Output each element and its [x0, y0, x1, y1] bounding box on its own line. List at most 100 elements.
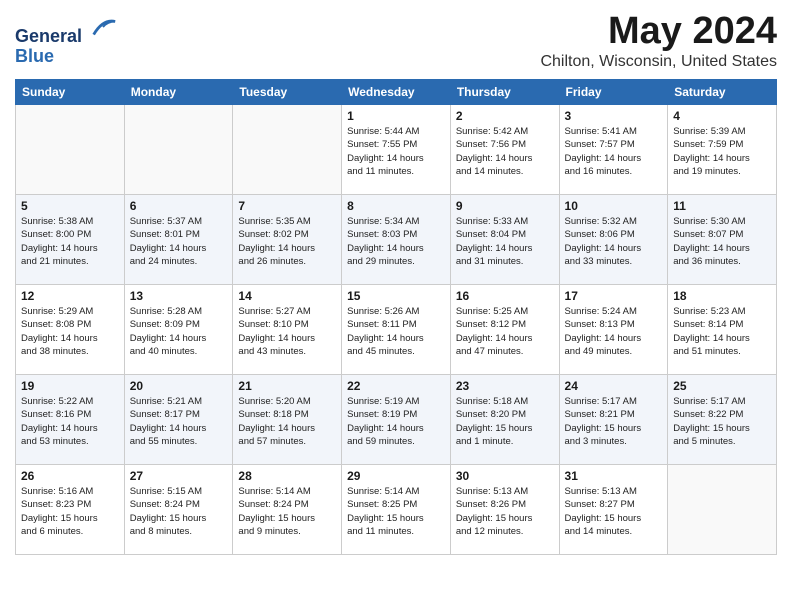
calendar-cell: 20Sunrise: 5:21 AM Sunset: 8:17 PM Dayli… [124, 375, 233, 465]
day-detail: Sunrise: 5:34 AM Sunset: 8:03 PM Dayligh… [347, 215, 445, 268]
day-number: 27 [130, 469, 228, 483]
day-number: 9 [456, 199, 554, 213]
day-header-wednesday: Wednesday [342, 80, 451, 105]
logo: General Blue [15, 14, 117, 67]
day-detail: Sunrise: 5:37 AM Sunset: 8:01 PM Dayligh… [130, 215, 228, 268]
day-number: 4 [673, 109, 771, 123]
week-row-4: 19Sunrise: 5:22 AM Sunset: 8:16 PM Dayli… [16, 375, 777, 465]
calendar-table: SundayMondayTuesdayWednesdayThursdayFrid… [15, 79, 777, 555]
day-number: 26 [21, 469, 119, 483]
logo-blue: Blue [15, 47, 117, 67]
day-number: 25 [673, 379, 771, 393]
day-number: 28 [238, 469, 336, 483]
day-detail: Sunrise: 5:33 AM Sunset: 8:04 PM Dayligh… [456, 215, 554, 268]
day-header-monday: Monday [124, 80, 233, 105]
calendar-cell: 18Sunrise: 5:23 AM Sunset: 8:14 PM Dayli… [668, 285, 777, 375]
day-detail: Sunrise: 5:25 AM Sunset: 8:12 PM Dayligh… [456, 305, 554, 358]
day-detail: Sunrise: 5:17 AM Sunset: 8:22 PM Dayligh… [673, 395, 771, 448]
day-number: 2 [456, 109, 554, 123]
calendar-cell: 3 Sunrise: 5:41 AM Sunset: 7:57 PM Daylig… [559, 105, 668, 195]
day-number: 12 [21, 289, 119, 303]
week-row-3: 12 Sunrise: 5:29 AM Sunset: 8:08 PM Dayli… [16, 285, 777, 375]
day-detail: Sunrise: 5:18 AM Sunset: 8:20 PM Dayligh… [456, 395, 554, 448]
day-detail: Sunrise: 5:38 AM Sunset: 8:00 PM Dayligh… [21, 215, 119, 268]
day-number: 6 [130, 199, 228, 213]
calendar-cell: 23 Sunrise: 5:18 AM Sunset: 8:20 PM Dayli… [450, 375, 559, 465]
day-detail: Sunrise: 5:13 AM Sunset: 8:27 PM Dayligh… [565, 485, 663, 538]
calendar-cell [16, 105, 125, 195]
calendar-cell: 27 Sunrise: 5:15 AM Sunset: 8:24 PM Dayli… [124, 465, 233, 555]
day-header-sunday: Sunday [16, 80, 125, 105]
calendar-cell: 16 Sunrise: 5:25 AM Sunset: 8:12 PM Dayli… [450, 285, 559, 375]
day-detail: Sunrise: 5:41 AM Sunset: 7:57 PM Dayligh… [565, 125, 663, 178]
day-number: 15 [347, 289, 445, 303]
calendar-cell: 5 Sunrise: 5:38 AM Sunset: 8:00 PM Daylig… [16, 195, 125, 285]
day-detail: Sunrise: 5:39 AM Sunset: 7:59 PM Dayligh… [673, 125, 771, 178]
day-detail: Sunrise: 5:30 AM Sunset: 8:07 PM Dayligh… [673, 215, 771, 268]
week-row-2: 5 Sunrise: 5:38 AM Sunset: 8:00 PM Daylig… [16, 195, 777, 285]
day-number: 5 [21, 199, 119, 213]
week-row-5: 26 Sunrise: 5:16 AM Sunset: 8:23 PM Dayli… [16, 465, 777, 555]
calendar-cell: 24Sunrise: 5:17 AM Sunset: 8:21 PM Dayli… [559, 375, 668, 465]
calendar-cell: 6 Sunrise: 5:37 AM Sunset: 8:01 PM Daylig… [124, 195, 233, 285]
calendar-cell: 19Sunrise: 5:22 AM Sunset: 8:16 PM Dayli… [16, 375, 125, 465]
day-detail: Sunrise: 5:14 AM Sunset: 8:24 PM Dayligh… [238, 485, 336, 538]
day-detail: Sunrise: 5:23 AM Sunset: 8:14 PM Dayligh… [673, 305, 771, 358]
day-number: 7 [238, 199, 336, 213]
calendar-cell: 28 Sunrise: 5:14 AM Sunset: 8:24 PM Dayli… [233, 465, 342, 555]
logo-text: General [15, 14, 117, 47]
day-number: 8 [347, 199, 445, 213]
day-number: 30 [456, 469, 554, 483]
day-number: 16 [456, 289, 554, 303]
calendar-cell: 31 Sunrise: 5:13 AM Sunset: 8:27 PM Dayli… [559, 465, 668, 555]
calendar-cell: 7Sunrise: 5:35 AM Sunset: 8:02 PM Daylig… [233, 195, 342, 285]
calendar-cell: 21 Sunrise: 5:20 AM Sunset: 8:18 PM Dayli… [233, 375, 342, 465]
day-detail: Sunrise: 5:16 AM Sunset: 8:23 PM Dayligh… [21, 485, 119, 538]
title-block: May 2024 Chilton, Wisconsin, United Stat… [540, 10, 777, 71]
page-header: General Blue May 2024 Chilton, Wisconsin… [15, 10, 777, 71]
day-number: 19 [21, 379, 119, 393]
calendar-cell: 15 Sunrise: 5:26 AM Sunset: 8:11 PM Dayli… [342, 285, 451, 375]
calendar-cell: 14 Sunrise: 5:27 AM Sunset: 8:10 PM Dayli… [233, 285, 342, 375]
day-detail: Sunrise: 5:21 AM Sunset: 8:17 PM Dayligh… [130, 395, 228, 448]
day-number: 23 [456, 379, 554, 393]
days-header-row: SundayMondayTuesdayWednesdayThursdayFrid… [16, 80, 777, 105]
calendar-cell: 22Sunrise: 5:19 AM Sunset: 8:19 PM Dayli… [342, 375, 451, 465]
day-detail: Sunrise: 5:27 AM Sunset: 8:10 PM Dayligh… [238, 305, 336, 358]
day-detail: Sunrise: 5:26 AM Sunset: 8:11 PM Dayligh… [347, 305, 445, 358]
calendar-cell [124, 105, 233, 195]
day-number: 31 [565, 469, 663, 483]
day-number: 3 [565, 109, 663, 123]
day-detail: Sunrise: 5:44 AM Sunset: 7:55 PM Dayligh… [347, 125, 445, 178]
calendar-cell [668, 465, 777, 555]
day-detail: Sunrise: 5:15 AM Sunset: 8:24 PM Dayligh… [130, 485, 228, 538]
calendar-cell: 25 Sunrise: 5:17 AM Sunset: 8:22 PM Dayli… [668, 375, 777, 465]
calendar-cell: 10 Sunrise: 5:32 AM Sunset: 8:06 PM Dayli… [559, 195, 668, 285]
day-detail: Sunrise: 5:32 AM Sunset: 8:06 PM Dayligh… [565, 215, 663, 268]
day-number: 14 [238, 289, 336, 303]
location: Chilton, Wisconsin, United States [540, 53, 777, 71]
day-detail: Sunrise: 5:24 AM Sunset: 8:13 PM Dayligh… [565, 305, 663, 358]
day-number: 17 [565, 289, 663, 303]
day-number: 21 [238, 379, 336, 393]
day-detail: Sunrise: 5:19 AM Sunset: 8:19 PM Dayligh… [347, 395, 445, 448]
day-number: 13 [130, 289, 228, 303]
day-detail: Sunrise: 5:29 AM Sunset: 8:08 PM Dayligh… [21, 305, 119, 358]
day-number: 1 [347, 109, 445, 123]
day-header-tuesday: Tuesday [233, 80, 342, 105]
calendar-cell: 12 Sunrise: 5:29 AM Sunset: 8:08 PM Dayli… [16, 285, 125, 375]
calendar-cell: 17 Sunrise: 5:24 AM Sunset: 8:13 PM Dayli… [559, 285, 668, 375]
calendar-cell: 1 Sunrise: 5:44 AM Sunset: 7:55 PM Daylig… [342, 105, 451, 195]
calendar-cell: 29Sunrise: 5:14 AM Sunset: 8:25 PM Dayli… [342, 465, 451, 555]
day-number: 11 [673, 199, 771, 213]
calendar-cell [233, 105, 342, 195]
day-number: 10 [565, 199, 663, 213]
calendar-cell: 8 Sunrise: 5:34 AM Sunset: 8:03 PM Daylig… [342, 195, 451, 285]
day-detail: Sunrise: 5:14 AM Sunset: 8:25 PM Dayligh… [347, 485, 445, 538]
calendar-cell: 4 Sunrise: 5:39 AM Sunset: 7:59 PM Daylig… [668, 105, 777, 195]
day-detail: Sunrise: 5:17 AM Sunset: 8:21 PM Dayligh… [565, 395, 663, 448]
calendar-cell: 2 Sunrise: 5:42 AM Sunset: 7:56 PM Daylig… [450, 105, 559, 195]
day-detail: Sunrise: 5:42 AM Sunset: 7:56 PM Dayligh… [456, 125, 554, 178]
day-detail: Sunrise: 5:20 AM Sunset: 8:18 PM Dayligh… [238, 395, 336, 448]
day-header-saturday: Saturday [668, 80, 777, 105]
